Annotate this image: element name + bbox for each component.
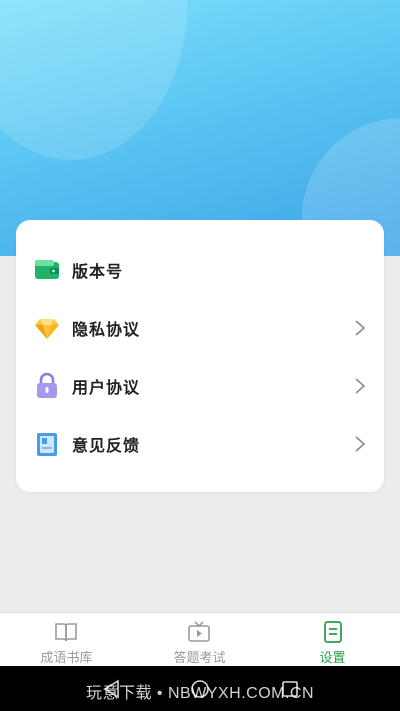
settings-card: 版本号 隐私协议 用户协议 意见反馈 — [16, 220, 384, 492]
tab-settings[interactable]: 设置 — [266, 613, 399, 667]
settings-item-user-agreement[interactable]: 用户协议 — [16, 357, 384, 415]
notebook-icon — [37, 433, 57, 456]
tab-quiz-exam[interactable]: 答题考试 — [133, 613, 266, 667]
settings-item-privacy[interactable]: 隐私协议 — [16, 299, 384, 357]
diamond-icon — [35, 319, 59, 339]
tab-idiom-library[interactable]: 成语书库 — [0, 613, 133, 667]
watermark-text: 玩意下载 • NBWYXH.COM.CN — [85, 685, 315, 702]
bottom-tab-bar: 成语书库 答题考试 设置 — [0, 612, 400, 667]
chevron-right-icon — [355, 320, 366, 336]
header-banner — [0, 0, 400, 256]
settings-item-label: 意见反馈 — [72, 436, 141, 455]
chevron-right-icon — [355, 436, 366, 452]
settings-item-version[interactable]: 版本号 — [16, 241, 384, 299]
settings-item-label: 版本号 — [72, 262, 124, 281]
lock-icon — [37, 372, 57, 398]
book-icon — [55, 623, 77, 642]
document-icon — [324, 621, 342, 643]
tv-icon — [188, 621, 210, 642]
tab-label: 设置 — [319, 651, 346, 666]
wallet-icon — [35, 260, 59, 279]
tab-label: 成语书库 — [40, 651, 93, 666]
decorative-bubble — [0, 0, 187, 160]
tab-label: 答题考试 — [173, 651, 226, 666]
settings-item-label: 用户协议 — [72, 378, 141, 397]
settings-item-feedback[interactable]: 意见反馈 — [16, 415, 384, 473]
settings-item-label: 隐私协议 — [72, 320, 141, 339]
chevron-right-icon — [355, 378, 366, 394]
